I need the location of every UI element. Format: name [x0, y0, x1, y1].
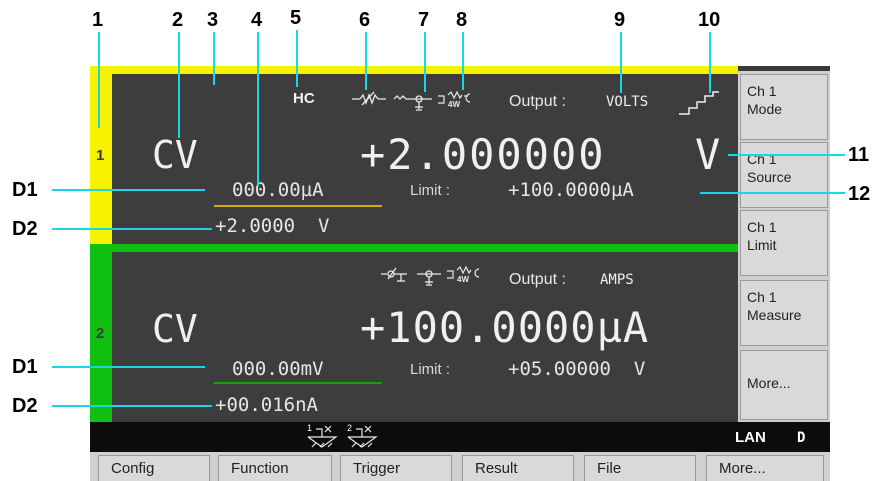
softkey-label: Ch 1 Source: [747, 151, 792, 185]
callout-5: 5: [290, 7, 302, 29]
svg-text:4W: 4W: [448, 100, 460, 109]
fkey-label: Result: [475, 460, 518, 477]
channel-2-status-icons: 4W: [381, 265, 480, 286]
callout-d2-ch2: D2: [12, 395, 38, 417]
fkey-function[interactable]: Function: [218, 455, 332, 481]
four-wire-icon: 4W: [447, 265, 480, 284]
channel-2-output-value: AMPS: [600, 272, 634, 288]
callout-12: 12: [848, 183, 871, 205]
ground-icon: [307, 425, 338, 448]
filter-icon: [417, 270, 441, 286]
figure: 1 2 HC 4W Output : VOLTS CV +2.000000 V …: [0, 0, 883, 481]
softkey-label: Ch 1 Limit: [747, 219, 777, 253]
softkey-label: Ch 1 Mode: [747, 83, 783, 117]
fkey-label: Function: [231, 460, 289, 477]
callout-7: 7: [418, 9, 430, 31]
channel-1-output-label: Output :: [509, 93, 566, 110]
callout-4: 4: [251, 9, 263, 31]
status-channel-1-label: 1: [307, 423, 313, 433]
lan-indicator: LAN: [735, 429, 766, 446]
callout-d1-ch2: D1: [12, 356, 38, 378]
channel-1-d2-value: +2.0000 V: [215, 215, 330, 237]
channel-2-mode: CV: [152, 307, 198, 351]
softkey-ch1-measure[interactable]: Ch 1 Measure: [740, 280, 828, 346]
callout-2: 2: [172, 9, 184, 31]
four-wire-icon: 4W: [438, 90, 471, 109]
channel-2-primary-value: +100.0000µA: [360, 303, 650, 352]
softkey-label: Ch 1 Measure: [747, 289, 802, 323]
callout-1: 1: [92, 9, 104, 31]
display-indicator: D: [797, 430, 806, 446]
fkey-label: Trigger: [353, 460, 400, 477]
callout-3: 3: [207, 9, 219, 31]
channel-1-d1-value: 000.00µA: [232, 179, 324, 201]
fkey-trigger[interactable]: Trigger: [340, 455, 452, 481]
channel-2-number: 2: [96, 325, 105, 342]
channel-1-number: 1: [96, 147, 105, 164]
ground-icon: [347, 425, 378, 448]
source-resistance-icon: [381, 267, 407, 282]
channel-2-limit-label: Limit :: [410, 361, 451, 378]
softkey-label: More...: [747, 375, 791, 391]
callout-d2-ch1: D2: [12, 218, 38, 240]
channel-2-d1-underline: [214, 382, 382, 384]
channel-1-limit-label: Limit :: [410, 182, 451, 199]
callout-10: 10: [698, 9, 721, 31]
callout-11: 11: [848, 144, 870, 166]
channel-1-top-bar: [112, 66, 738, 74]
softkey-ch1-mode[interactable]: Ch 1 Mode: [740, 74, 828, 140]
source-resistance-icon: [352, 91, 386, 106]
channel-1-limit-value: +100.0000µA: [508, 179, 634, 201]
fkey-file[interactable]: File: [584, 455, 696, 481]
channel-2-top-bar: [112, 244, 738, 252]
channel-1-output-value: VOLTS: [606, 94, 649, 110]
fkey-label: More...: [719, 460, 766, 477]
channel-2-output-label: Output :: [509, 271, 566, 288]
fkey-label: File: [597, 460, 622, 477]
fkey-more[interactable]: More...: [706, 455, 824, 481]
channel-1-d1-underline: [214, 205, 382, 207]
softkey-ch1-limit[interactable]: Ch 1 Limit: [740, 210, 828, 276]
fkey-config[interactable]: Config: [98, 455, 210, 481]
channel-1-primary-unit: V: [695, 130, 721, 179]
fkey-result[interactable]: Result: [462, 455, 574, 481]
callout-6: 6: [359, 9, 371, 31]
status-bar: [90, 422, 830, 452]
channel-2-limit-value: +05.00000 V: [508, 358, 646, 380]
staircase-sweep-icon: [679, 91, 719, 115]
fkey-label: Config: [111, 460, 155, 477]
callout-9: 9: [614, 9, 626, 31]
status-channel-2-label: 2: [347, 423, 353, 433]
filter-icon: [393, 95, 432, 111]
softkey-ch1-source[interactable]: Ch 1 Source: [740, 142, 828, 208]
softkey-more[interactable]: More...: [740, 350, 828, 420]
channel-1-mode: CV: [152, 133, 198, 177]
svg-text:4W: 4W: [457, 275, 469, 284]
callout-d1-ch1: D1: [12, 179, 38, 201]
channel-2-d1-value: 000.00mV: [232, 358, 324, 380]
hc-badge: HC: [293, 90, 315, 107]
channel-1-primary-value: +2.000000: [360, 130, 606, 179]
callout-8: 8: [456, 9, 468, 31]
channel-1-status-icons: 4W: [352, 90, 471, 111]
channel-2-d2-value: +00.016nA: [215, 394, 318, 416]
